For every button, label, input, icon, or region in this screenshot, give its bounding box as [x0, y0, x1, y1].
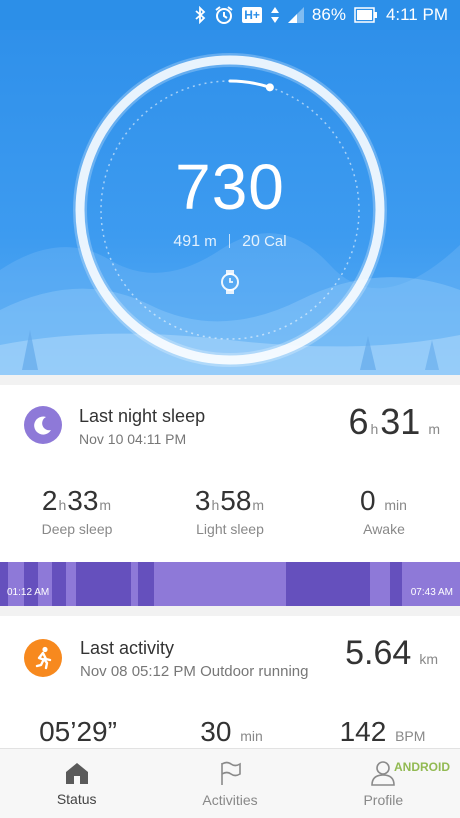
awake-value: 0 — [360, 485, 376, 516]
battery-percent: 86% — [311, 5, 346, 24]
clock-time: 4:11 PM — [385, 5, 448, 24]
home-icon — [65, 762, 88, 784]
heart-rate-metric: 142 BPM — [336, 716, 430, 748]
running-icon — [24, 639, 62, 677]
heart-rate-value: 142 — [339, 716, 387, 747]
activity-distance-value: 5.64 — [345, 634, 412, 672]
network-type-icon: H+ — [242, 7, 262, 23]
sleep-end-time: 07:43 AM — [410, 587, 453, 598]
light-sleep-metric: 3h58m Light sleep — [180, 485, 280, 537]
nav-activities-label: Activities — [202, 791, 258, 808]
activity-title: Last activity — [80, 638, 175, 658]
activity-subtitle: Nov 08 05:12 PM Outdoor running — [80, 663, 309, 680]
sleep-timeline-bar[interactable]: 01:12 AM 07:43 AM — [0, 562, 460, 606]
distance-unit: m — [204, 233, 217, 250]
sleep-start-time: 01:12 AM — [7, 587, 50, 598]
watermark-logo: ANDROID — [394, 760, 450, 774]
sleep-total-minutes: 31 — [380, 401, 421, 442]
nav-activities[interactable]: Activities — [153, 749, 306, 818]
nav-status[interactable]: Status — [0, 749, 153, 818]
steps-hero[interactable]: 730 491 m 20 Cal — [0, 30, 460, 375]
sleep-segment-deep — [86, 562, 131, 606]
step-progress-arc — [228, 79, 272, 89]
awake-unit: min — [384, 497, 407, 513]
sleep-total-hours: 6 — [348, 401, 369, 442]
bottom-navigation: Status Activities Profile — [0, 748, 460, 818]
sleep-total: 6 h31 m — [348, 401, 442, 443]
calories-value: 20 — [242, 233, 260, 250]
duration-value: 30 — [200, 716, 232, 747]
deep-sleep-minutes: 33 — [67, 485, 99, 516]
watch-icon — [221, 270, 239, 294]
battery-icon — [354, 7, 378, 23]
svg-text:z: z — [46, 418, 50, 425]
deep-sleep-label: Deep sleep — [41, 521, 113, 537]
deep-sleep-h-unit: h — [58, 497, 67, 513]
signal-icon — [287, 7, 304, 23]
sleep-hours-unit: h — [370, 421, 379, 437]
alarm-icon — [214, 5, 234, 25]
light-sleep-minutes: 58 — [220, 485, 252, 516]
sleep-title: Last night sleep — [79, 406, 206, 426]
sleep-segment-deep — [24, 562, 38, 606]
sleep-segment-deep — [52, 562, 66, 606]
nav-status-label: Status — [56, 790, 97, 807]
deep-sleep-metric: 2h33m Deep sleep — [28, 485, 126, 537]
duration-unit: min — [240, 728, 263, 744]
calories-unit: Cal — [264, 233, 287, 250]
distance-value: 491 — [173, 233, 201, 250]
sleep-segment-deep — [390, 562, 402, 606]
deep-sleep-m-unit: m — [99, 497, 112, 513]
step-substats: 491 m 20 Cal — [0, 233, 460, 251]
sleep-card[interactable]: z Last night sleep Nov 10 04:11 PM 6 h31 m… — [0, 385, 460, 562]
duration-metric: 30 min — [192, 716, 272, 748]
status-bar: H+ 86% 4:11 PM — [0, 0, 460, 30]
bluetooth-icon — [194, 6, 206, 24]
light-sleep-m-unit: m — [252, 497, 265, 513]
step-progress-dot — [265, 83, 274, 92]
pace-value: 05’29” — [39, 716, 117, 747]
heart-rate-unit: BPM — [395, 728, 426, 744]
sleep-minutes-unit: m — [428, 421, 440, 437]
sleep-segment-deep — [0, 562, 8, 606]
sleep-date: Nov 10 04:11 PM — [79, 431, 187, 447]
activity-distance-unit: km — [419, 651, 438, 667]
activity-distance: 5.64 km — [345, 634, 440, 673]
sleep-segment-deep — [286, 562, 370, 606]
light-sleep-label: Light sleep — [196, 521, 264, 537]
data-arrows-icon — [270, 6, 280, 24]
activity-card[interactable]: Last activity Nov 08 05:12 PM Outdoor ru… — [0, 616, 460, 748]
deep-sleep-hours: 2 — [41, 485, 58, 516]
nav-profile-label: Profile — [363, 791, 404, 808]
sleep-segment-deep — [138, 562, 154, 606]
sleep-moon-icon: z — [24, 406, 62, 444]
pace-metric: 05’29” — [26, 716, 130, 748]
awake-label: Awake — [363, 521, 405, 537]
light-sleep-h-unit: h — [211, 497, 220, 513]
awake-metric: 0 min Awake — [346, 485, 422, 537]
step-count: 730 — [175, 151, 285, 223]
sleep-segment-deep — [76, 562, 86, 606]
light-sleep-hours: 3 — [194, 485, 211, 516]
flag-icon — [221, 761, 241, 785]
person-icon — [371, 760, 396, 786]
substats-divider — [228, 234, 230, 248]
